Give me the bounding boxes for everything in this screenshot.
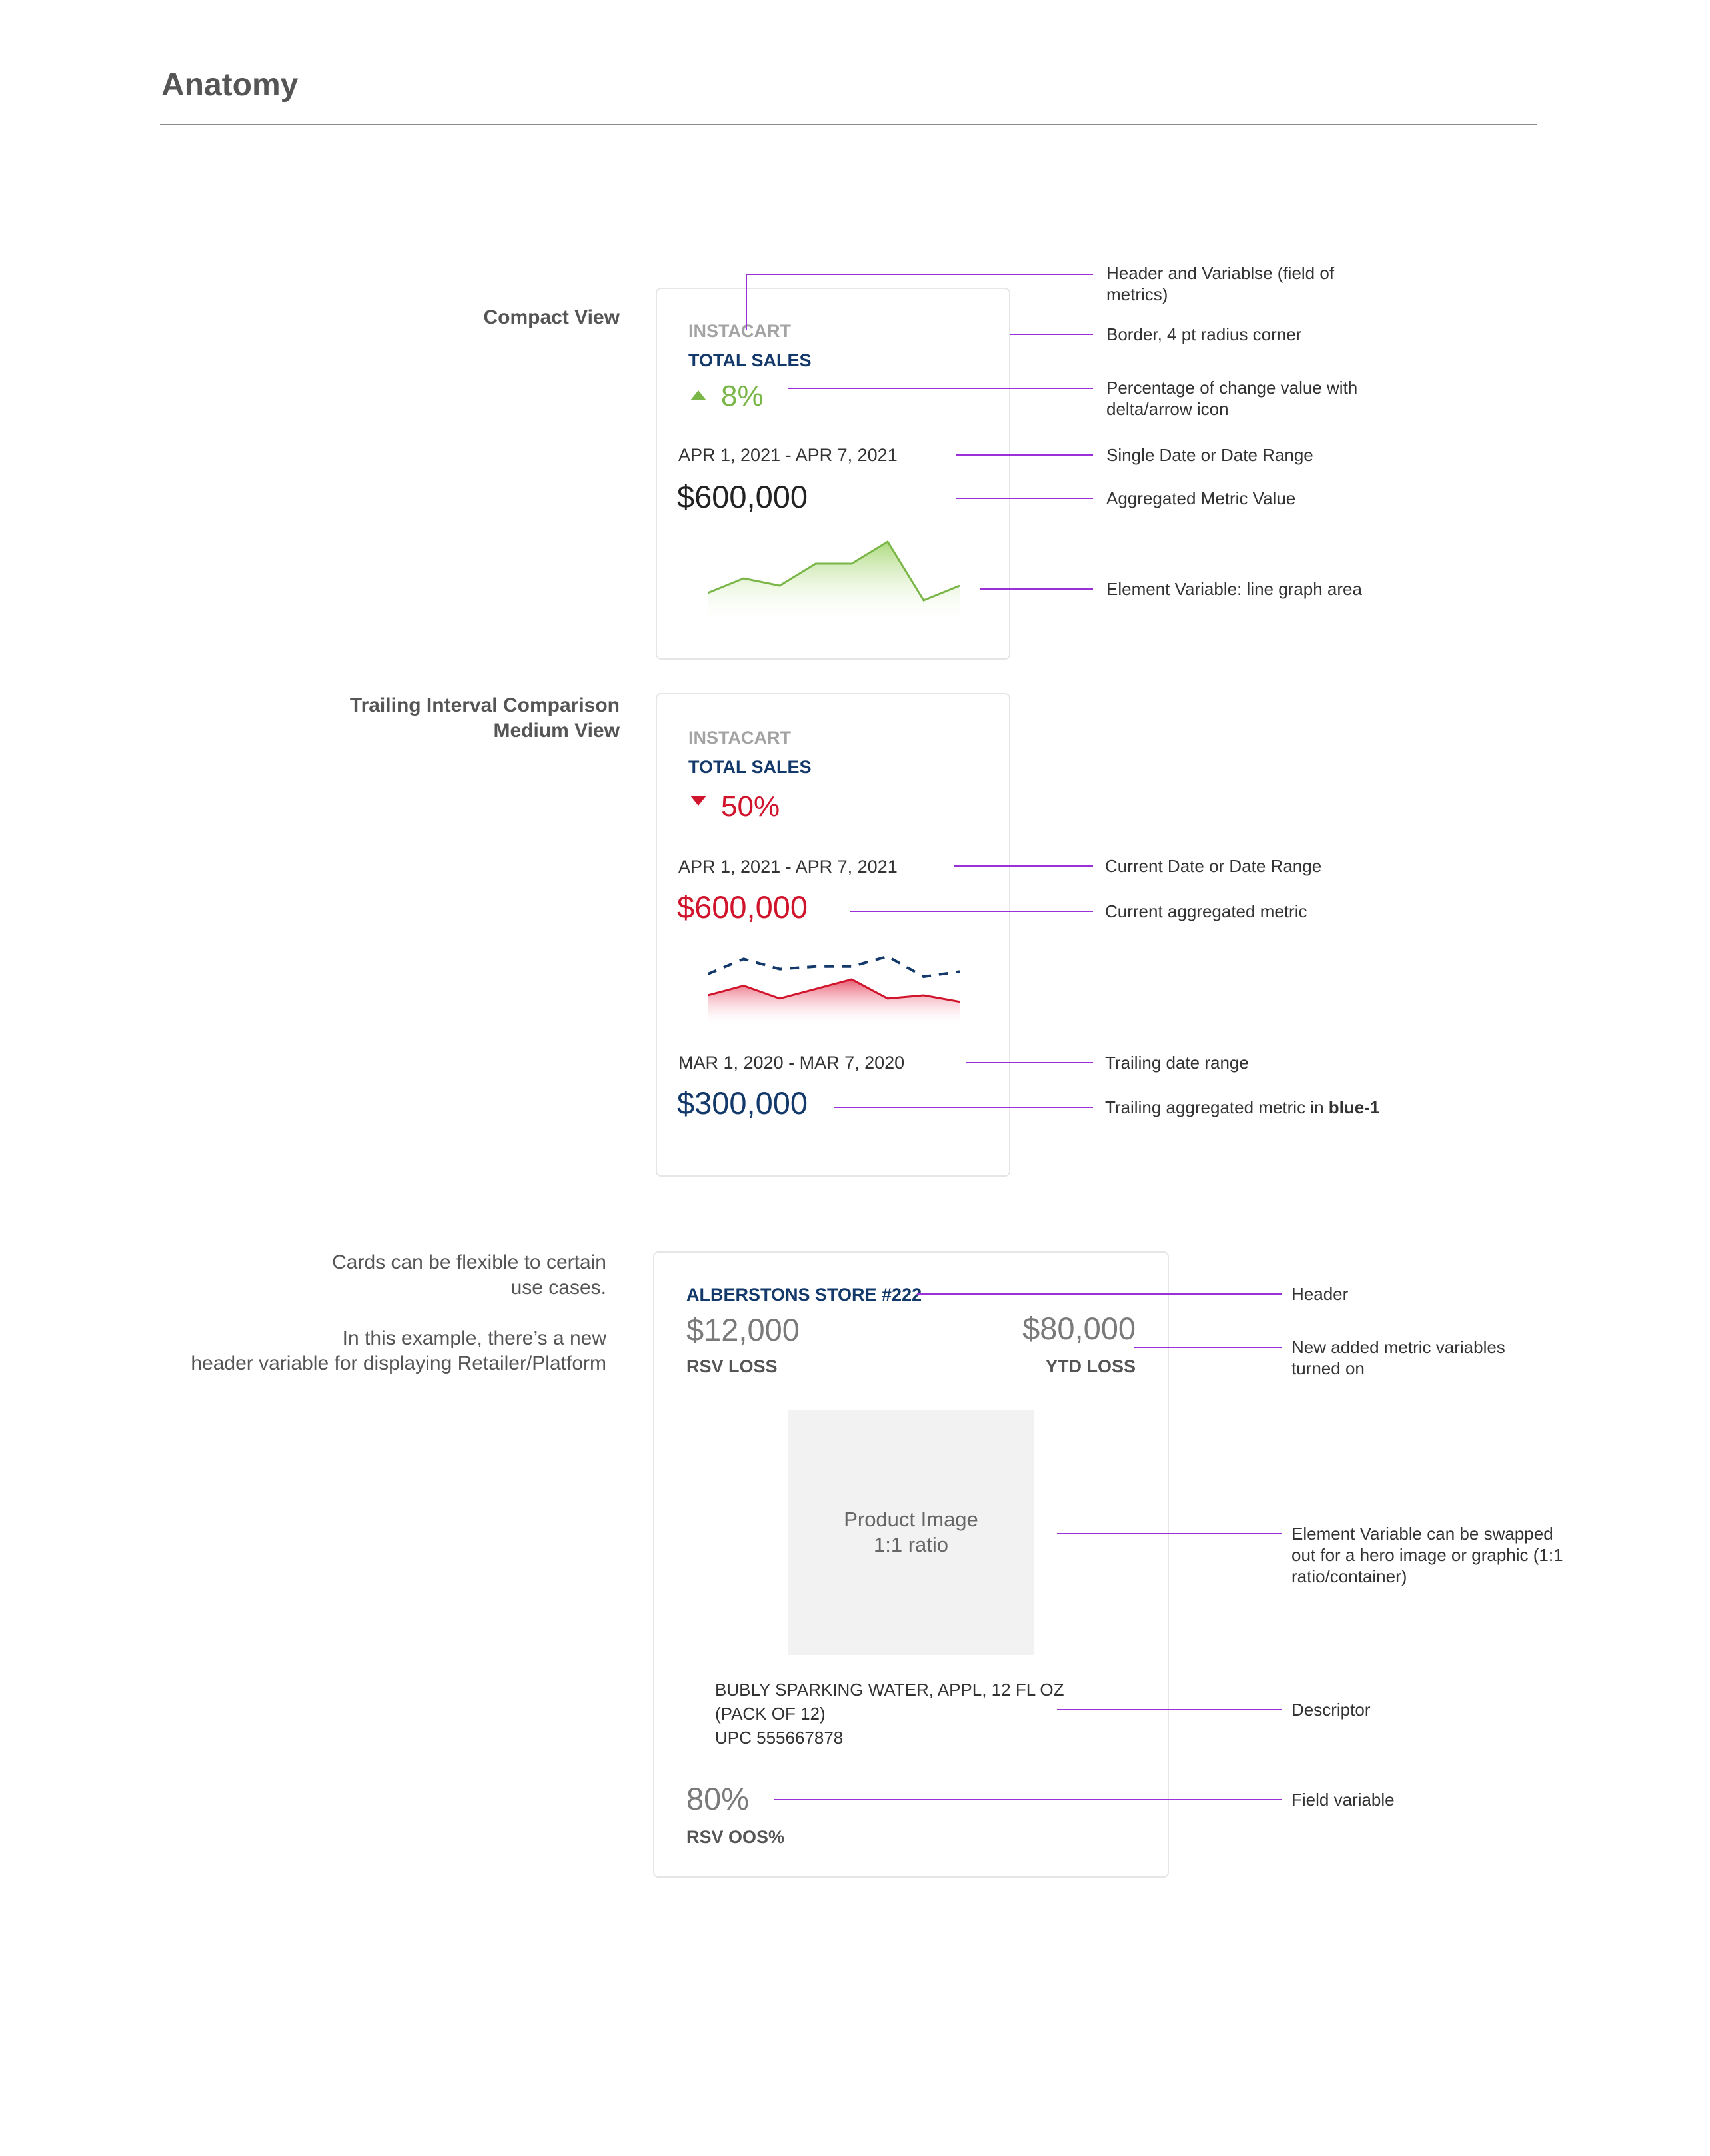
annotation-new-metrics: New added metric variables turned on bbox=[1291, 1337, 1505, 1378]
annotation-trailing-date: Trailing date range bbox=[1105, 1053, 1249, 1073]
annotation-header: Header and Variablse (field of metrics) bbox=[1106, 263, 1335, 304]
connector-header bbox=[746, 274, 1093, 330]
annotation-descriptor: Descriptor bbox=[1291, 1700, 1371, 1720]
annotation-current-date: Current Date or Date Range bbox=[1105, 856, 1322, 876]
annotation-connectors bbox=[746, 274, 1282, 1800]
annotation-current-value: Current aggregated metric bbox=[1105, 901, 1307, 921]
annotation-date: Single Date or Date Range bbox=[1106, 445, 1313, 465]
annotation-trailing-value-bold: blue-1 bbox=[1328, 1097, 1380, 1117]
annotation-flex-header: Header bbox=[1291, 1284, 1349, 1304]
annotation-trailing-value-text: Trailing aggregated metric in bbox=[1105, 1097, 1329, 1117]
annotation-pct: Percentage of change value with delta/ar… bbox=[1106, 378, 1358, 419]
annotation-element: Element Variable can be swapped out for … bbox=[1291, 1524, 1563, 1586]
annotation-value: Aggregated Metric Value bbox=[1106, 488, 1296, 508]
annotation-border: Border, 4 pt radius corner bbox=[1106, 324, 1302, 344]
annotation-field: Field variable bbox=[1291, 1790, 1395, 1810]
annotation-trailing-value: Trailing aggregated metric in blue-1 bbox=[1105, 1097, 1379, 1118]
annotation-graph: Element Variable: line graph area bbox=[1106, 579, 1362, 599]
